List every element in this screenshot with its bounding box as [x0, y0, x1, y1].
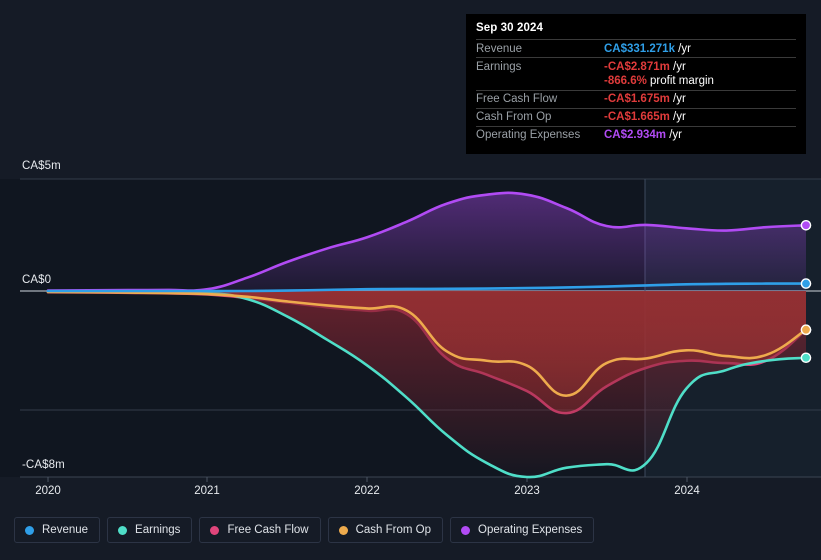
y-axis-label-top: CA$5m — [22, 160, 61, 172]
x-axis-label-2020: 2020 — [35, 485, 61, 497]
tooltip-row-unit: /yr — [674, 42, 691, 55]
tooltip-row-key: Earnings — [476, 57, 604, 75]
tooltip-row-key: Free Cash Flow — [476, 89, 604, 108]
tooltip-row-amount: CA$331.271k — [604, 42, 675, 55]
tooltip-row-amount: -CA$1.675m — [604, 93, 670, 105]
tooltip-row: Revenue CA$331.271k /yr — [476, 39, 796, 58]
tooltip-row-value: -CA$2.871m /yr — [604, 57, 796, 75]
tooltip-row-value: CA$331.271k /yr — [604, 39, 796, 58]
tooltip-row: Earnings -CA$2.871m /yr — [476, 57, 796, 75]
legend-label: Revenue — [42, 524, 89, 536]
legend-label: Free Cash Flow — [227, 524, 309, 536]
tooltip-row-value: -CA$1.665m /yr — [604, 107, 796, 126]
endpoint-operating-expenses — [800, 219, 812, 231]
tooltip-row-amount: CA$2.934m — [604, 129, 667, 141]
financial-chart-widget: CA$5m CA$0 -CA$8m 2020 2021 2022 2023 20… — [0, 0, 821, 560]
tooltip-row: -866.6% profit margin — [476, 75, 796, 90]
chart-legend[interactable]: Revenue Earnings Free Cash Flow Cash From O… — [14, 517, 595, 543]
tooltip-row-unit: /yr — [669, 60, 686, 73]
tooltip-row: Operating Expenses CA$2.934m /yr — [476, 125, 796, 144]
tooltip-row: Free Cash Flow -CA$1.675m /yr — [476, 89, 796, 108]
legend-color-dot — [118, 525, 128, 535]
tooltip-row-value: -CA$1.675m /yr — [604, 89, 796, 108]
endpoint-earnings — [800, 352, 812, 364]
legend-item-revenue[interactable]: Revenue — [14, 517, 101, 543]
legend-label: Cash From Op — [355, 524, 432, 536]
tooltip-row-value: CA$2.934m /yr — [604, 125, 796, 144]
tooltip-row-key: Revenue — [476, 39, 604, 58]
endpoint-revenue — [800, 278, 812, 289]
tooltip-row-unit: /yr — [669, 93, 686, 105]
y-axis-label-bottom: -CA$8m — [22, 459, 65, 471]
legend-color-dot — [338, 525, 348, 535]
x-axis-label-2023: 2023 — [514, 485, 540, 497]
y-axis-label-zero: CA$0 — [22, 274, 52, 286]
tooltip-row-unit: /yr — [666, 129, 682, 141]
tooltip-date: Sep 30 2024 — [476, 22, 543, 34]
tooltip-row-key: Operating Expenses — [476, 125, 604, 144]
tooltip-row-key: Cash From Op — [476, 107, 604, 126]
legend-color-dot — [210, 525, 220, 535]
x-axis-label-2022: 2022 — [354, 485, 380, 497]
tooltip-table: Revenue CA$331.271k /yr Earnings -CA$2.871m… — [476, 39, 796, 144]
x-axis-label-2021: 2021 — [194, 485, 220, 497]
legend-item-free-cash-flow[interactable]: Free Cash Flow — [199, 517, 321, 543]
endpoint-cash-from-op — [800, 324, 812, 336]
tooltip-row-amount: -CA$2.871m — [604, 60, 670, 73]
tooltip-row-value: -866.6% profit margin — [604, 75, 796, 90]
legend-label: Earnings — [135, 524, 181, 536]
tooltip-row-amount: -866.6% — [604, 75, 647, 87]
legend-color-dot — [461, 525, 471, 535]
legend-item-cash-from-op[interactable]: Cash From Op — [327, 517, 444, 543]
x-axis-label-2024: 2024 — [674, 485, 700, 497]
legend-label: Operating Expenses — [478, 524, 583, 536]
legend-item-earnings[interactable]: Earnings — [107, 517, 193, 543]
data-tooltip: Sep 30 2024 Revenue CA$331.271k /yr Earnin… — [466, 14, 806, 154]
tooltip-row-unit: /yr — [669, 111, 686, 123]
tooltip-row-key — [476, 75, 604, 90]
legend-color-dot — [25, 525, 34, 535]
tooltip-row-amount: -CA$1.665m — [604, 111, 670, 123]
legend-item-operating-expenses[interactable]: Operating Expenses — [450, 517, 595, 543]
tooltip-row-unit: profit margin — [646, 75, 714, 87]
tooltip-row: Cash From Op -CA$1.665m /yr — [476, 107, 796, 126]
